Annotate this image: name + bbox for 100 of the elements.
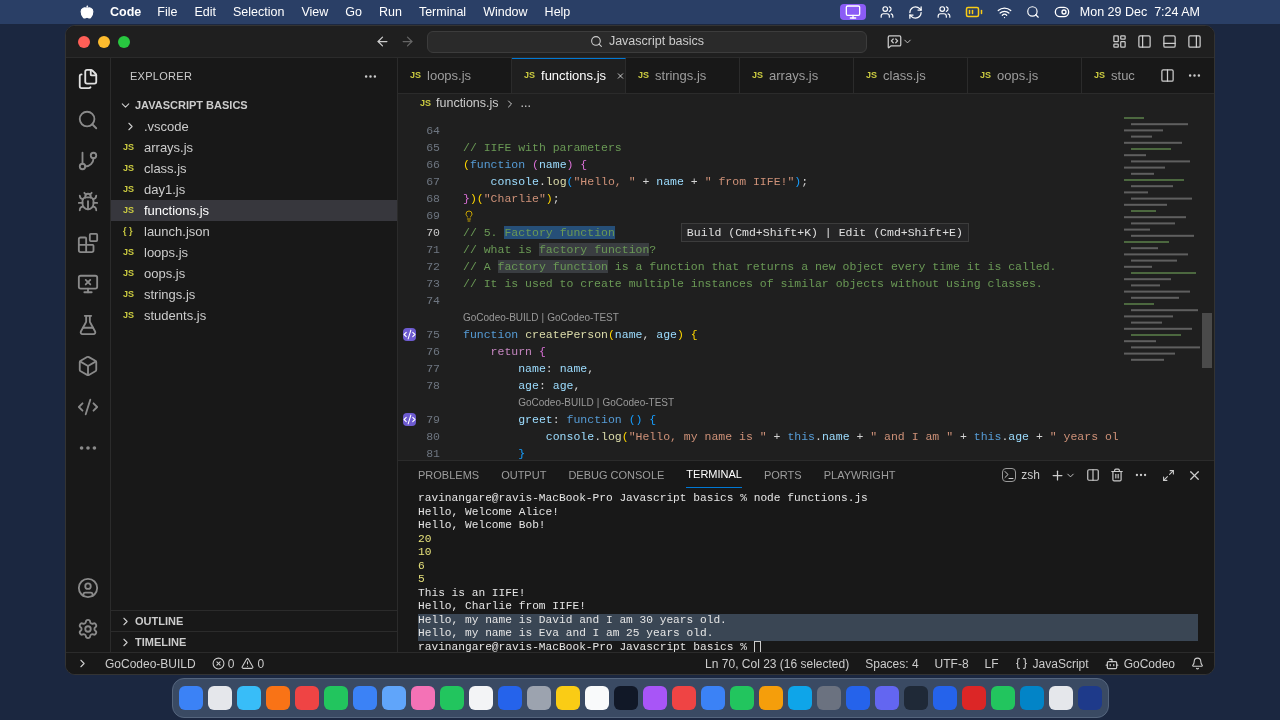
codelens-link[interactable]: GoCodeo-BUILD: [518, 395, 594, 410]
editor-tab[interactable]: JS class.js: [854, 58, 968, 93]
file-type-icon: JS: [123, 161, 138, 176]
menu-item[interactable]: Edit: [194, 2, 216, 22]
editor-tab[interactable]: JS arrays.js: [740, 58, 854, 93]
status-item[interactable]: Spaces: 4: [865, 654, 919, 673]
file-type-icon: { }: [123, 224, 138, 239]
file-type-icon: JS: [123, 266, 138, 281]
problems-status[interactable]: 0 0: [211, 654, 265, 673]
line-number: 67: [425, 173, 440, 190]
account-status[interactable]: GoCodeo: [1104, 654, 1175, 673]
menu-item[interactable]: Go: [345, 2, 362, 22]
code-line: return {: [489, 343, 546, 360]
terminal-line: This is an IIFE!: [418, 586, 527, 600]
breadcrumb-item[interactable]: ...: [520, 94, 531, 113]
code-line: greet: function () {: [517, 411, 657, 428]
file-tree-item[interactable]: JS arrays.js: [111, 137, 397, 158]
language-status[interactable]: JavaScript: [1014, 654, 1089, 673]
code-line: }: [517, 445, 526, 460]
line-number: 77: [425, 360, 440, 377]
terminal-line: 6: [418, 559, 426, 573]
menu-item[interactable]: Selection: [232, 2, 285, 22]
line-number: 64: [425, 122, 440, 139]
line-number: 70: [425, 224, 440, 241]
line-number: 66: [425, 156, 440, 173]
sidebar-title: EXPLORER: [130, 68, 193, 84]
terminal-line: Hello, Welcome Alice!: [418, 505, 560, 519]
file-type-icon: JS: [123, 245, 138, 260]
file-tree-item[interactable]: JS strings.js: [111, 284, 397, 305]
breadcrumb-item[interactable]: functions.js: [436, 94, 499, 113]
file-tree-item[interactable]: JS day1.js: [111, 179, 397, 200]
code-line: })("Charlie");: [463, 190, 560, 207]
file-type-icon: JS: [524, 69, 535, 83]
panel-tab[interactable]: PORTS: [763, 462, 802, 488]
file-tree-item[interactable]: { } launch.json: [111, 221, 397, 242]
status-item[interactable]: UTF-8: [934, 654, 969, 673]
menu-item[interactable]: File: [157, 2, 178, 22]
file-tree-item[interactable]: .vscode: [111, 116, 397, 137]
separator: |: [595, 396, 601, 410]
code-line: function createPerson(name, age) {: [463, 326, 698, 343]
file-type-icon: JS: [638, 68, 649, 83]
code-line: // what is factory function?: [463, 241, 657, 258]
line-number: 76: [425, 343, 440, 360]
code-line: // IIFE with parameters: [463, 139, 622, 156]
menu-item[interactable]: View: [301, 2, 329, 22]
line-number: 72: [425, 258, 440, 275]
codelens-link[interactable]: GoCodeo-TEST: [602, 395, 675, 410]
codelens-link[interactable]: GoCodeo-BUILD: [463, 310, 539, 325]
file-tree-item[interactable]: JS students.js: [111, 305, 397, 326]
file-type-icon: JS: [1094, 68, 1105, 83]
file-type-icon: JS: [410, 68, 421, 83]
file-type-icon: JS: [420, 96, 431, 111]
code-line: console.log("Hello, " + name + " from IIFE!");: [489, 173, 809, 190]
command-search-field[interactable]: Javascript basics: [427, 30, 867, 53]
line-number: 81: [425, 445, 440, 460]
file-tree-item[interactable]: JS functions.js: [111, 200, 397, 221]
panel-tab[interactable]: DEBUG CONSOLE: [568, 462, 665, 488]
line-number: 68: [425, 190, 440, 207]
app-name[interactable]: Code: [110, 2, 142, 22]
file-type-icon: JS: [123, 140, 138, 155]
editor-tab[interactable]: JS functions.js: [512, 58, 626, 93]
line-number: 80: [425, 428, 440, 445]
status-item[interactable]: Ln 70, Col 23 (16 selected): [705, 654, 850, 673]
status-item[interactable]: LF: [984, 654, 999, 673]
terminal-line: 20: [418, 532, 433, 546]
folder-header[interactable]: JAVASCRIPT BASICS: [111, 94, 397, 116]
file-type-icon: JS: [866, 68, 877, 83]
terminal-line: 10: [418, 546, 433, 560]
section-header[interactable]: OUTLINE: [111, 610, 397, 631]
panel-tab[interactable]: TERMINAL: [686, 462, 742, 488]
menu-item[interactable]: Run: [378, 2, 402, 22]
line-number: 71: [425, 241, 440, 258]
separator: |: [540, 311, 546, 325]
panel-tab[interactable]: PROBLEMS: [418, 462, 480, 488]
line-number: 73: [425, 275, 440, 292]
clock[interactable]: Mon 29 Dec 7:24 AM: [1079, 2, 1200, 22]
editor-tab[interactable]: JS strings.js: [626, 58, 740, 93]
shell-name[interactable]: zsh: [1021, 466, 1040, 484]
panel-tab[interactable]: OUTPUT: [501, 462, 547, 488]
menu-item[interactable]: Help: [544, 2, 571, 22]
code-line: (function (name) {: [463, 156, 588, 173]
editor-tab[interactable]: JS stuc: [1082, 58, 1148, 93]
line-number: 65: [425, 139, 440, 156]
menu-item[interactable]: Terminal: [418, 2, 467, 22]
file-type-icon: JS: [752, 68, 763, 83]
code-line: console.log("Hello, my name is " + this.name + " and I am " + this.age + " years ol: [544, 428, 1119, 445]
line-number: 75: [425, 326, 440, 343]
line-number: 79: [425, 411, 440, 428]
codelens-link[interactable]: GoCodeo-TEST: [547, 310, 619, 325]
menu-item[interactable]: Window: [483, 2, 528, 22]
line-number: 74: [425, 292, 440, 309]
status-item[interactable]: GoCodeo-BUILD: [105, 654, 196, 673]
terminal-line: 5: [418, 573, 426, 587]
editor-tab[interactable]: JS oops.js: [968, 58, 1082, 93]
file-type-icon: JS: [123, 287, 138, 302]
panel-tab[interactable]: PLAYWRIGHT: [823, 462, 896, 488]
file-tree-item[interactable]: JS loops.js: [111, 242, 397, 263]
file-tree-item[interactable]: JS class.js: [111, 158, 397, 179]
file-tree-item[interactable]: JS oops.js: [111, 263, 397, 284]
file-type-icon: JS: [123, 182, 138, 197]
